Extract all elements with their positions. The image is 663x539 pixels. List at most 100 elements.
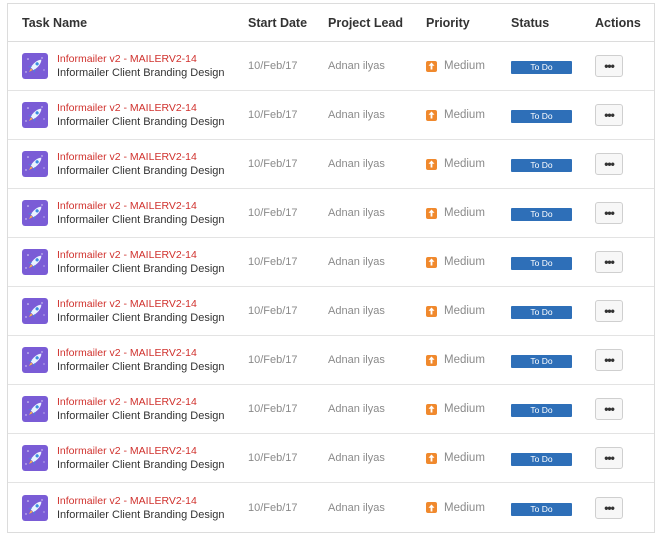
table-row[interactable]: Informailer v2 - MAILERV2-14 Informailer… — [8, 189, 654, 238]
arrow-up-priority-icon — [426, 256, 437, 268]
task-key-link[interactable]: Informailer v2 - MAILERV2-14 — [57, 494, 225, 508]
task-cell: Informailer v2 - MAILERV2-14 Informailer… — [8, 199, 242, 227]
status-badge[interactable]: To Do — [511, 306, 572, 319]
priority-label: Medium — [444, 452, 485, 464]
rocket-project-icon — [22, 445, 48, 471]
task-cell: Informailer v2 - MAILERV2-14 Informailer… — [8, 52, 242, 80]
start-date: 10/Feb/17 — [248, 501, 298, 514]
arrow-up-priority-icon — [426, 502, 437, 513]
arrow-up-priority-icon — [426, 207, 437, 219]
priority-cell: Medium — [420, 60, 505, 72]
task-key-link[interactable]: Informailer v2 - MAILERV2-14 — [57, 297, 225, 311]
priority-cell: Medium — [420, 452, 505, 464]
more-dots-icon: ••• — [604, 59, 615, 73]
status-badge[interactable]: To Do — [511, 355, 572, 368]
status-cell: To Do — [505, 302, 589, 320]
arrow-up-priority-icon — [426, 452, 437, 464]
column-header-project-lead[interactable]: Project Lead — [322, 16, 420, 30]
priority-cell: Medium — [420, 305, 505, 317]
table-header: Task Name Start Date Project Lead Priori… — [8, 4, 654, 42]
task-key-link[interactable]: Informailer v2 - MAILERV2-14 — [57, 150, 225, 164]
priority-label: Medium — [444, 403, 485, 415]
more-dots-icon: ••• — [604, 206, 615, 220]
task-name: Informailer Client Branding Design — [57, 410, 225, 422]
project-lead: Adnan ilyas — [328, 403, 385, 415]
column-header-priority[interactable]: Priority — [420, 16, 505, 30]
task-key-link[interactable]: Informailer v2 - MAILERV2-14 — [57, 444, 225, 458]
status-cell: To Do — [505, 253, 589, 271]
task-name: Informailer Client Branding Design — [57, 361, 225, 373]
status-badge[interactable]: To Do — [511, 453, 572, 466]
arrow-up-priority-icon — [426, 158, 437, 170]
more-dots-icon: ••• — [604, 157, 615, 171]
task-cell: Informailer v2 - MAILERV2-14 Informailer… — [8, 444, 242, 472]
column-header-start-date[interactable]: Start Date — [242, 16, 322, 30]
status-badge[interactable]: To Do — [511, 61, 572, 74]
more-actions-button[interactable]: ••• — [595, 398, 623, 420]
more-actions-button[interactable]: ••• — [595, 104, 623, 126]
more-actions-button[interactable]: ••• — [595, 447, 623, 469]
more-actions-button[interactable]: ••• — [595, 496, 623, 519]
more-actions-button[interactable]: ••• — [595, 251, 623, 273]
table-row[interactable]: Informailer v2 - MAILERV2-14 Informailer… — [8, 483, 654, 532]
table-row[interactable]: Informailer v2 - MAILERV2-14 Informailer… — [8, 238, 654, 287]
more-actions-button[interactable]: ••• — [595, 300, 623, 322]
table-row[interactable]: Informailer v2 - MAILERV2-14 Informailer… — [8, 42, 654, 91]
more-actions-button[interactable]: ••• — [595, 202, 623, 224]
more-actions-button[interactable]: ••• — [595, 55, 623, 77]
column-header-status[interactable]: Status — [505, 16, 589, 30]
task-table: Task Name Start Date Project Lead Priori… — [7, 3, 655, 533]
rocket-project-icon — [22, 53, 48, 79]
more-dots-icon: ••• — [604, 108, 615, 122]
actions-cell: ••• — [589, 104, 654, 126]
more-actions-button[interactable]: ••• — [595, 349, 623, 371]
priority-label: Medium — [444, 501, 485, 514]
table-row[interactable]: Informailer v2 - MAILERV2-14 Informailer… — [8, 140, 654, 189]
task-name: Informailer Client Branding Design — [57, 116, 225, 128]
start-date: 10/Feb/17 — [248, 60, 298, 72]
project-lead: Adnan ilyas — [328, 305, 385, 317]
status-badge[interactable]: To Do — [511, 404, 572, 417]
start-date: 10/Feb/17 — [248, 354, 298, 366]
table-row[interactable]: Informailer v2 - MAILERV2-14 Informailer… — [8, 336, 654, 385]
actions-cell: ••• — [589, 496, 654, 519]
actions-cell: ••• — [589, 55, 654, 77]
actions-cell: ••• — [589, 398, 654, 420]
more-dots-icon: ••• — [604, 451, 615, 465]
table-row[interactable]: Informailer v2 - MAILERV2-14 Informailer… — [8, 287, 654, 336]
column-header-task-name[interactable]: Task Name — [8, 16, 242, 30]
project-lead: Adnan ilyas — [328, 207, 385, 219]
task-key-link[interactable]: Informailer v2 - MAILERV2-14 — [57, 248, 225, 262]
project-lead: Adnan ilyas — [328, 256, 385, 268]
task-key-link[interactable]: Informailer v2 - MAILERV2-14 — [57, 101, 225, 115]
actions-cell: ••• — [589, 300, 654, 322]
task-name: Informailer Client Branding Design — [57, 214, 225, 226]
status-badge[interactable]: To Do — [511, 208, 572, 221]
task-name: Informailer Client Branding Design — [57, 508, 225, 521]
arrow-up-priority-icon — [426, 305, 437, 317]
priority-cell: Medium — [420, 207, 505, 219]
task-key-link[interactable]: Informailer v2 - MAILERV2-14 — [57, 199, 225, 213]
more-actions-button[interactable]: ••• — [595, 153, 623, 175]
status-cell: To Do — [505, 351, 589, 369]
table-row[interactable]: Informailer v2 - MAILERV2-14 Informailer… — [8, 91, 654, 140]
task-name: Informailer Client Branding Design — [57, 263, 225, 275]
status-badge[interactable]: To Do — [511, 159, 572, 172]
task-cell: Informailer v2 - MAILERV2-14 Informailer… — [8, 101, 242, 129]
priority-label: Medium — [444, 256, 485, 268]
status-badge[interactable]: To Do — [511, 502, 572, 516]
task-cell: Informailer v2 - MAILERV2-14 Informailer… — [8, 150, 242, 178]
task-key-link[interactable]: Informailer v2 - MAILERV2-14 — [57, 346, 225, 360]
priority-label: Medium — [444, 305, 485, 317]
rocket-project-icon — [22, 102, 48, 128]
status-cell: To Do — [505, 155, 589, 173]
status-badge[interactable]: To Do — [511, 257, 572, 270]
task-key-link[interactable]: Informailer v2 - MAILERV2-14 — [57, 395, 225, 409]
table-row[interactable]: Informailer v2 - MAILERV2-14 Informailer… — [8, 385, 654, 434]
task-key-link[interactable]: Informailer v2 - MAILERV2-14 — [57, 52, 225, 66]
task-name: Informailer Client Branding Design — [57, 165, 225, 177]
task-cell: Informailer v2 - MAILERV2-14 Informailer… — [8, 297, 242, 325]
status-badge[interactable]: To Do — [511, 110, 572, 123]
table-row[interactable]: Informailer v2 - MAILERV2-14 Informailer… — [8, 434, 654, 483]
priority-cell: Medium — [420, 256, 505, 268]
